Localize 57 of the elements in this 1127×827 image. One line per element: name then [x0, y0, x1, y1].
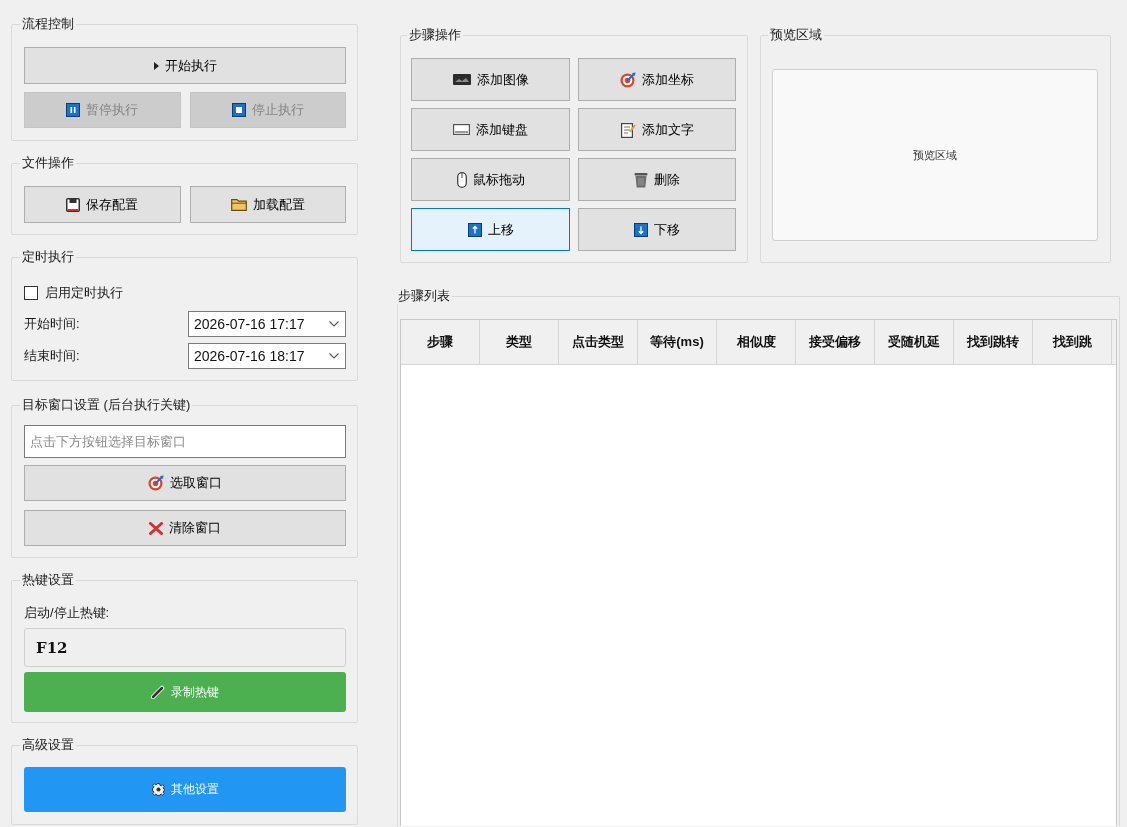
group-title: 步骤列表 [397, 288, 451, 304]
stop-icon [231, 103, 246, 117]
group-title: 热键设置 [21, 572, 75, 588]
group-title: 定时执行 [21, 249, 75, 265]
start-button[interactable]: 开始执行 [24, 47, 346, 84]
date-time-picker[interactable]: 2026-07-16 18:17 [188, 343, 346, 369]
group-title: 目标窗口设置 (后台执行关键) [21, 397, 192, 413]
pen-icon [151, 685, 165, 699]
column-header: 等待(ms) [638, 320, 717, 364]
move-up-button[interactable]: 上移 [411, 208, 570, 251]
group-title: 步骤操作 [408, 27, 462, 43]
date-time-picker[interactable]: 2026-07-16 17:17 [188, 311, 346, 337]
hotkey-field[interactable]: F12 [24, 628, 346, 667]
add-coordinate-button[interactable]: 添加坐标 [578, 58, 736, 101]
column-header: 点击类型 [559, 320, 638, 364]
field-label: 启动/停止热键: [24, 604, 111, 622]
group-title: 预览区域 [769, 27, 823, 43]
mouse-icon [456, 171, 467, 188]
checkbox-label: 启用定时执行 [45, 284, 123, 302]
move-down-button[interactable]: 下移 [578, 208, 736, 251]
gear-icon [151, 783, 165, 796]
cross-icon [149, 521, 163, 535]
keyboard-icon [453, 124, 470, 135]
column-header: 步骤 [401, 320, 480, 364]
add-text-button[interactable]: 添加文字 [578, 108, 736, 151]
column-header: 找到跳 [1033, 320, 1112, 364]
chevron-down-icon [329, 353, 339, 359]
field-label: 开始时间: [24, 315, 80, 333]
column-header: 类型 [480, 320, 559, 364]
save-config-button[interactable]: 保存配置 [24, 186, 181, 223]
column-header: 接受偏移 [796, 320, 875, 364]
folder-icon [230, 198, 247, 211]
window-field[interactable]: 点击下方按钮选择目标窗口 [24, 425, 346, 458]
pick-window-button[interactable]: 选取窗口 [24, 465, 346, 501]
picture-icon [452, 74, 471, 85]
play-icon [153, 61, 159, 70]
trash-icon [634, 171, 648, 188]
clear-window-button[interactable]: 清除窗口 [24, 510, 346, 546]
preview-placeholder-text: 预览区域 [913, 147, 957, 163]
memo-icon [620, 121, 636, 138]
column-header: 相似度 [717, 320, 796, 364]
checkbox[interactable] [24, 286, 38, 300]
target-icon [148, 475, 164, 491]
field-label: 结束时间: [24, 347, 80, 365]
group-title: 文件操作 [21, 155, 75, 171]
column-header: 找到跳转 [954, 320, 1033, 364]
group-title: 高级设置 [21, 737, 75, 753]
mouse-drag-button[interactable]: 鼠标拖动 [411, 158, 570, 201]
column-header: 受随机延 [875, 320, 954, 364]
load-config-button[interactable]: 加载配置 [189, 186, 346, 223]
delete-button[interactable]: 删除 [578, 158, 736, 201]
chevron-down-icon [329, 321, 339, 327]
add-keyboard-button[interactable]: 添加键盘 [411, 108, 570, 151]
pause-icon [66, 103, 81, 117]
target-icon [620, 71, 636, 88]
group-title: 流程控制 [21, 16, 75, 32]
add-image-button[interactable]: 添加图像 [411, 58, 570, 101]
